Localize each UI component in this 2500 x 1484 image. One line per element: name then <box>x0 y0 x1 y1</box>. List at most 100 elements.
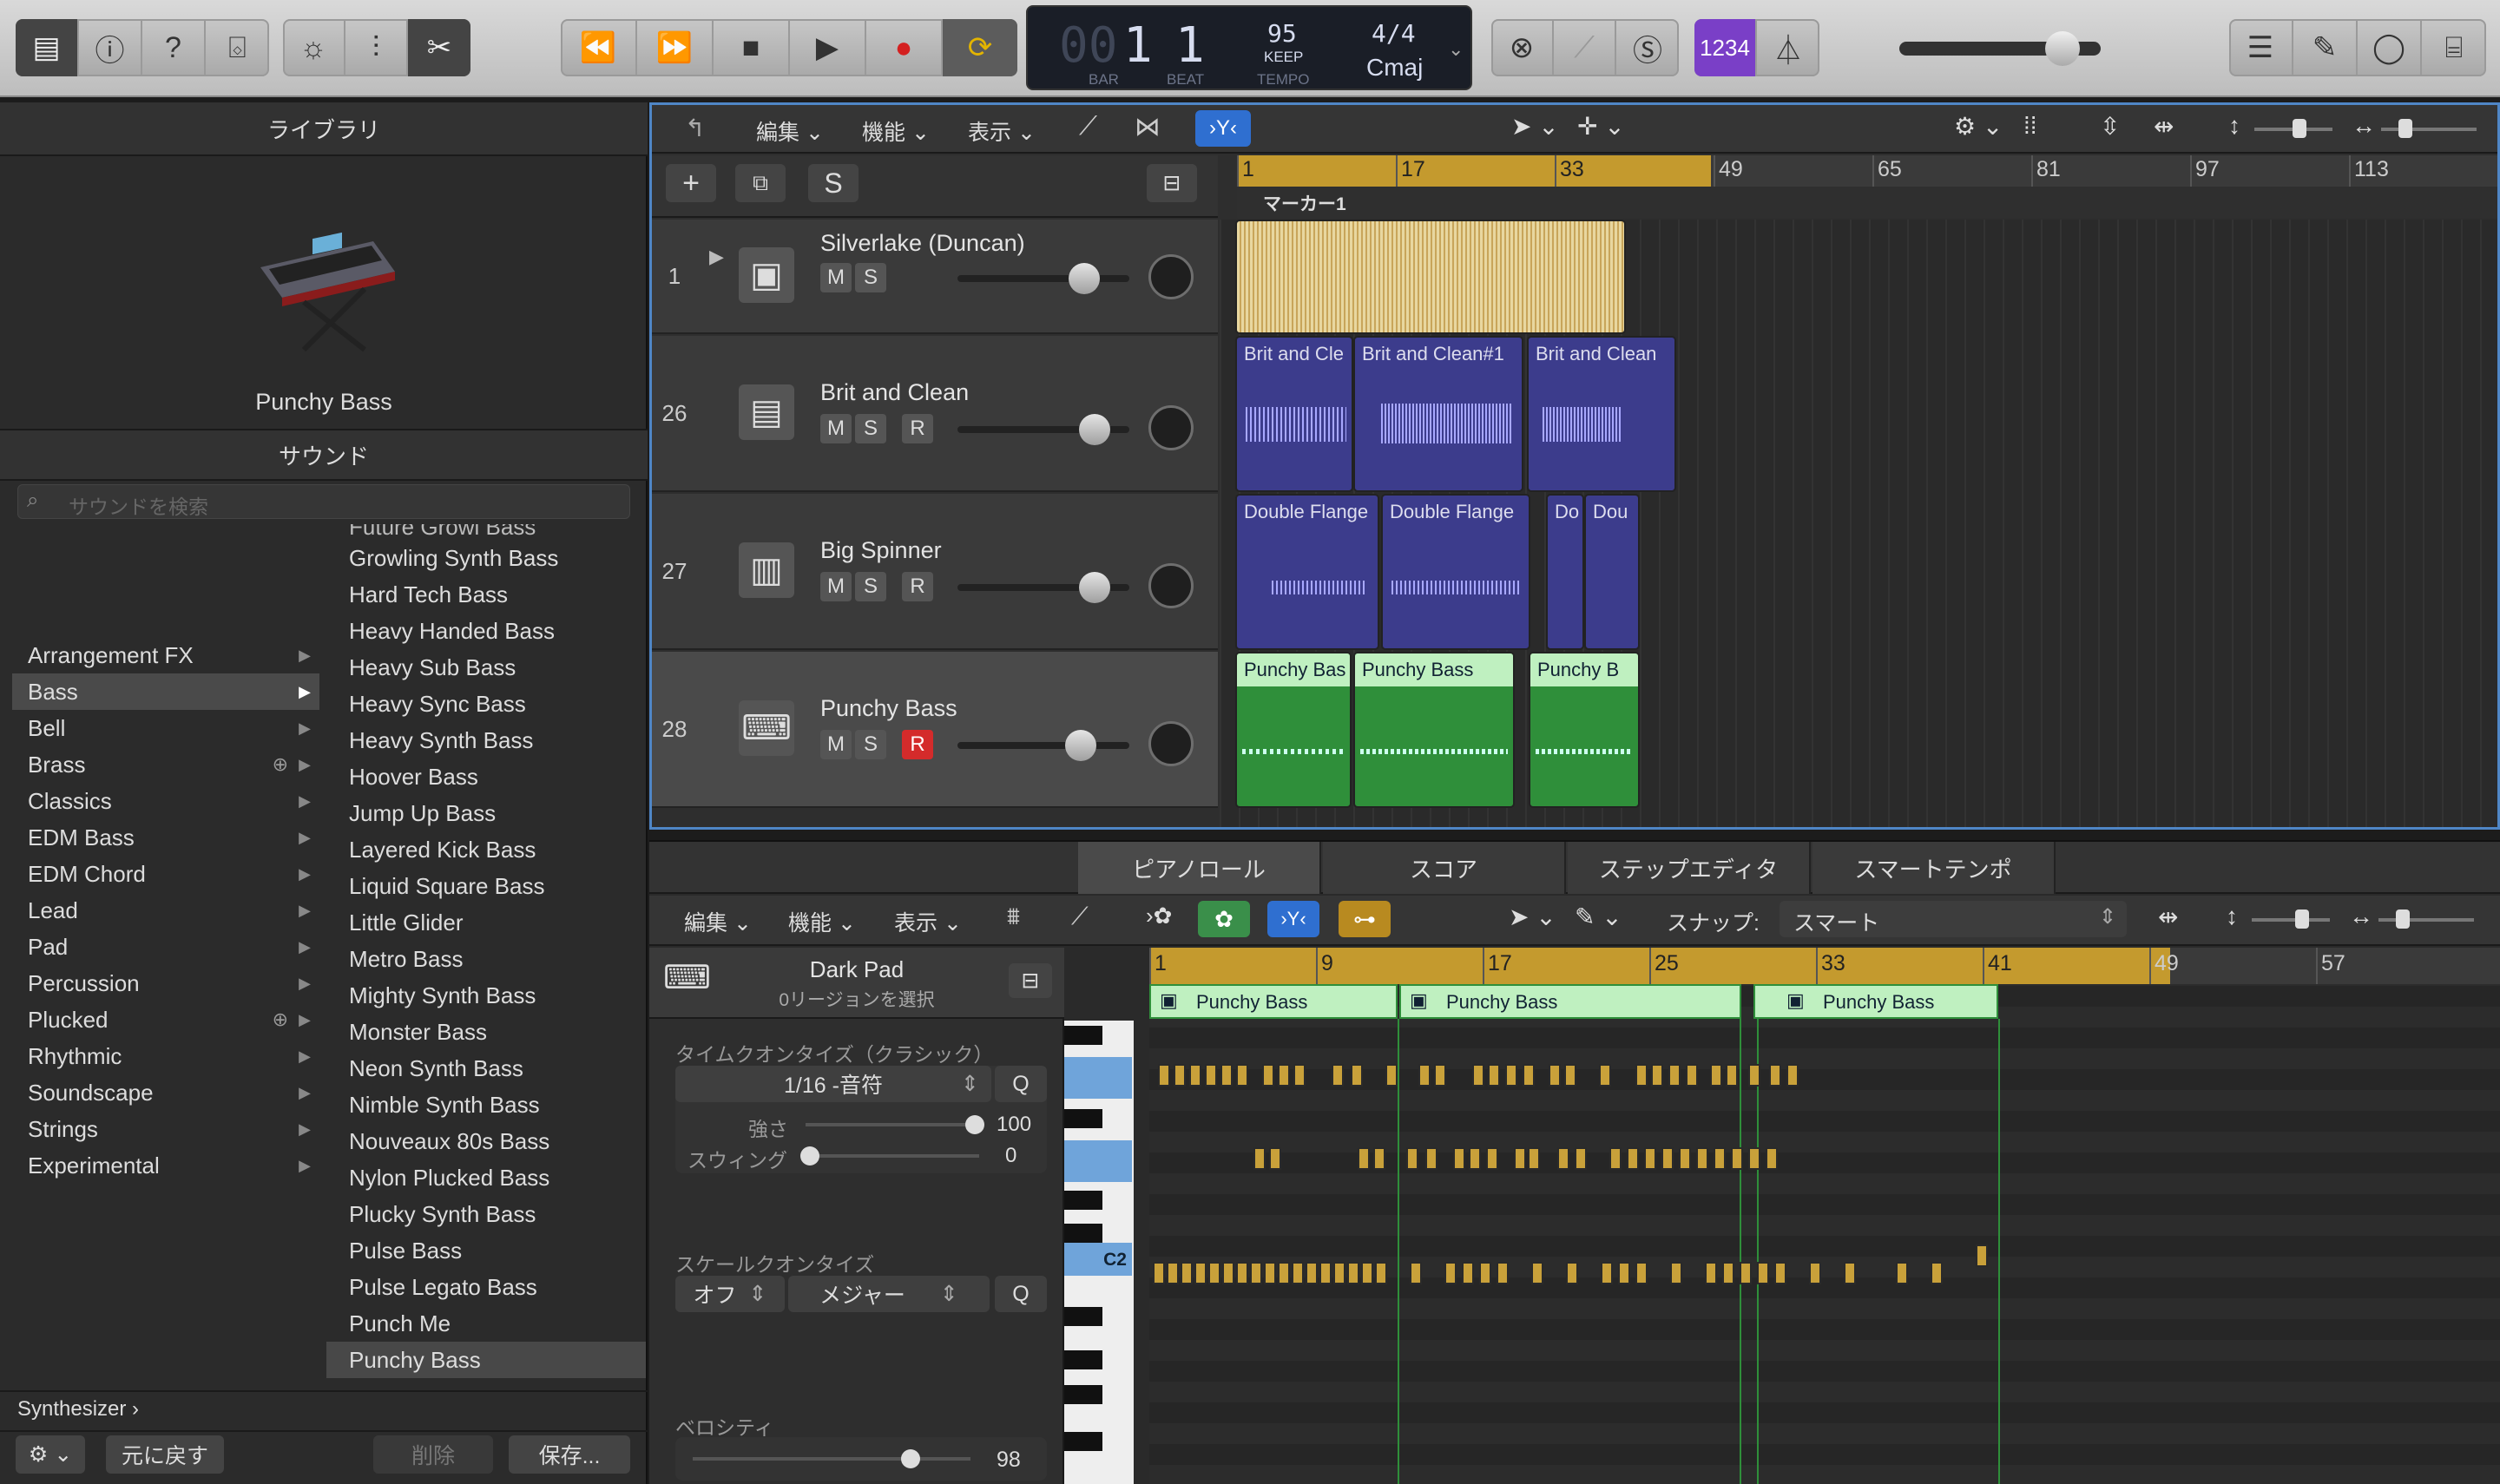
sound-item[interactable]: Monster Bass <box>326 1014 646 1050</box>
black-key[interactable] <box>1064 1026 1102 1045</box>
category-item[interactable]: Bell ▶ <box>12 710 319 746</box>
midi-note[interactable] <box>1618 1262 1630 1284</box>
sound-item[interactable]: Plucky Synth Bass <box>326 1196 646 1232</box>
midi-note[interactable] <box>1174 1064 1186 1087</box>
midi-note[interactable] <box>1351 1064 1363 1087</box>
region-brit-2[interactable]: Brit and Clean#1 <box>1353 336 1523 492</box>
midi-note[interactable] <box>1278 1064 1290 1087</box>
editor-edit-menu[interactable]: 編集 ⌄ <box>684 906 752 937</box>
midi-note[interactable] <box>1410 1262 1422 1284</box>
midi-note[interactable] <box>1557 1147 1569 1170</box>
category-item[interactable]: Rhythmic ▶ <box>12 1038 319 1074</box>
midi-note[interactable] <box>1462 1262 1474 1284</box>
black-key[interactable] <box>1064 1191 1102 1210</box>
fit-vertical-icon[interactable]: ⇳ <box>2100 112 2120 141</box>
automation-icon[interactable]: ⟋ <box>1079 112 1097 141</box>
midi-note[interactable] <box>1361 1262 1373 1284</box>
midi-note[interactable] <box>1189 1064 1201 1087</box>
lcd-dropdown-icon[interactable]: ⌄ <box>1448 38 1464 61</box>
tab-piano-roll[interactable]: ピアノロール <box>1078 842 1321 894</box>
black-key[interactable] <box>1064 1224 1102 1243</box>
back-icon[interactable]: ↰ <box>685 114 705 142</box>
replace-icon[interactable]: ⊗ <box>1491 19 1554 76</box>
strength-knob[interactable] <box>965 1115 984 1134</box>
highlighted-key[interactable] <box>1064 1140 1132 1182</box>
solo-icon[interactable]: Ⓢ <box>1616 19 1679 76</box>
sound-item[interactable]: Nouveaux 80s Bass <box>326 1123 646 1159</box>
midi-note[interactable] <box>1575 1147 1587 1170</box>
loop-browser-icon[interactable]: ◯ <box>2358 19 2422 76</box>
flex-icon[interactable]: ⋈ <box>1135 112 1161 142</box>
global-solo-button[interactable]: S <box>808 164 859 202</box>
vertical-zoom-knob[interactable] <box>2293 119 2306 138</box>
midi-note[interactable] <box>1205 1064 1217 1087</box>
region-brit-1[interactable]: Brit and Cle <box>1235 336 1353 492</box>
sound-item[interactable]: Hard Tech Bass <box>326 576 646 613</box>
fit-horizontal-icon[interactable]: ⇹ <box>2154 112 2174 141</box>
midi-note[interactable] <box>1635 1064 1648 1087</box>
midi-note[interactable] <box>1220 1064 1233 1087</box>
list-editors-icon[interactable]: ☰ <box>2229 19 2293 76</box>
master-volume-knob[interactable] <box>2045 31 2080 66</box>
sound-item[interactable]: Layered Kick Bass <box>326 831 646 868</box>
region-flange-3[interactable]: Do <box>1546 494 1584 650</box>
track-options-button[interactable]: ⊟ <box>1147 164 1197 202</box>
pointer-tool-icon[interactable]: ➤ ⌄ <box>1511 112 1559 141</box>
editor-view-menu[interactable]: 表示 ⌄ <box>894 906 962 937</box>
volume-fader[interactable] <box>957 414 1129 445</box>
scale-root-select[interactable]: オフ ⇕ <box>675 1276 785 1312</box>
delete-button[interactable]: 削除 <box>373 1435 493 1474</box>
mute-button[interactable]: M <box>820 730 852 759</box>
sound-item[interactable]: Neon Synth Bass <box>326 1050 646 1087</box>
c2-key[interactable]: C2 <box>1064 1243 1132 1276</box>
sound-item[interactable]: Hoover Bass <box>326 758 646 795</box>
quantize-q-button[interactable]: Q <box>995 1066 1047 1102</box>
category-item[interactable]: Percussion ▶ <box>12 965 319 1001</box>
volume-fader[interactable] <box>957 730 1129 761</box>
piano-roll-grid[interactable] <box>1149 984 2500 1484</box>
sound-item[interactable]: Jump Up Bass <box>326 795 646 831</box>
timeline-ruler[interactable]: 1 17 33 49 65 81 97 113 マーカー1 <box>1237 155 2497 218</box>
pan-knob[interactable] <box>1148 721 1194 766</box>
sound-item[interactable]: Punch Me <box>326 1305 646 1342</box>
midi-note[interactable] <box>1153 1262 1165 1284</box>
editor-options-button[interactable]: ⊟ <box>1009 963 1052 998</box>
category-item[interactable]: Pad ▶ <box>12 929 319 965</box>
editor-function-menu[interactable]: 機能 ⌄ <box>788 906 856 937</box>
track-gear-icon[interactable]: ⚙ ⌄ <box>1954 112 2003 141</box>
midi-note[interactable] <box>1844 1262 1856 1284</box>
midi-note[interactable] <box>1726 1064 1738 1087</box>
category-item[interactable]: Brass ▶ ⊕ <box>12 746 319 783</box>
category-item[interactable]: Arrangement FX ▶ <box>12 637 319 673</box>
sound-item[interactable]: Nimble Synth Bass <box>326 1087 646 1123</box>
midi-note[interactable] <box>1158 1064 1170 1087</box>
midi-note[interactable] <box>1358 1147 1370 1170</box>
midi-note[interactable] <box>1236 1064 1248 1087</box>
midi-note[interactable] <box>1472 1064 1484 1087</box>
midi-note[interactable] <box>1253 1147 1266 1170</box>
sound-item[interactable]: Metro Bass <box>326 941 646 977</box>
solo-button[interactable]: S <box>855 414 886 443</box>
strength-slider[interactable] <box>806 1115 984 1134</box>
scale-q-button[interactable]: Q <box>995 1276 1047 1312</box>
region-flange-4[interactable]: Dou <box>1584 494 1640 650</box>
midi-note[interactable] <box>1679 1147 1691 1170</box>
midi-note[interactable] <box>1714 1147 1726 1170</box>
tracks-edit-menu[interactable]: 編集 ⌄ <box>756 115 824 147</box>
library-footer-path[interactable]: Synthesizer › <box>17 1397 139 1422</box>
scale-type-select[interactable]: メジャー ⇕ <box>788 1276 990 1312</box>
pan-knob[interactable] <box>1148 405 1194 450</box>
midi-note[interactable] <box>1332 1064 1344 1087</box>
editor-pencil-tool-icon[interactable]: ✎ ⌄ <box>1575 903 1622 931</box>
midi-note[interactable] <box>1896 1262 1908 1284</box>
audio-region-silverlake[interactable] <box>1235 220 1626 334</box>
midi-note[interactable] <box>1236 1262 1248 1284</box>
category-item[interactable]: Lead ▶ <box>12 892 319 929</box>
disclosure-triangle-icon[interactable]: ▶ <box>709 246 724 268</box>
midi-note[interactable] <box>1731 1147 1743 1170</box>
midi-note[interactable] <box>1670 1262 1682 1284</box>
play-icon[interactable]: ▶ <box>790 19 866 76</box>
velocity-slider[interactable] <box>693 1449 970 1468</box>
category-item[interactable]: Strings ▶ <box>12 1111 319 1147</box>
midi-note[interactable] <box>1601 1262 1613 1284</box>
